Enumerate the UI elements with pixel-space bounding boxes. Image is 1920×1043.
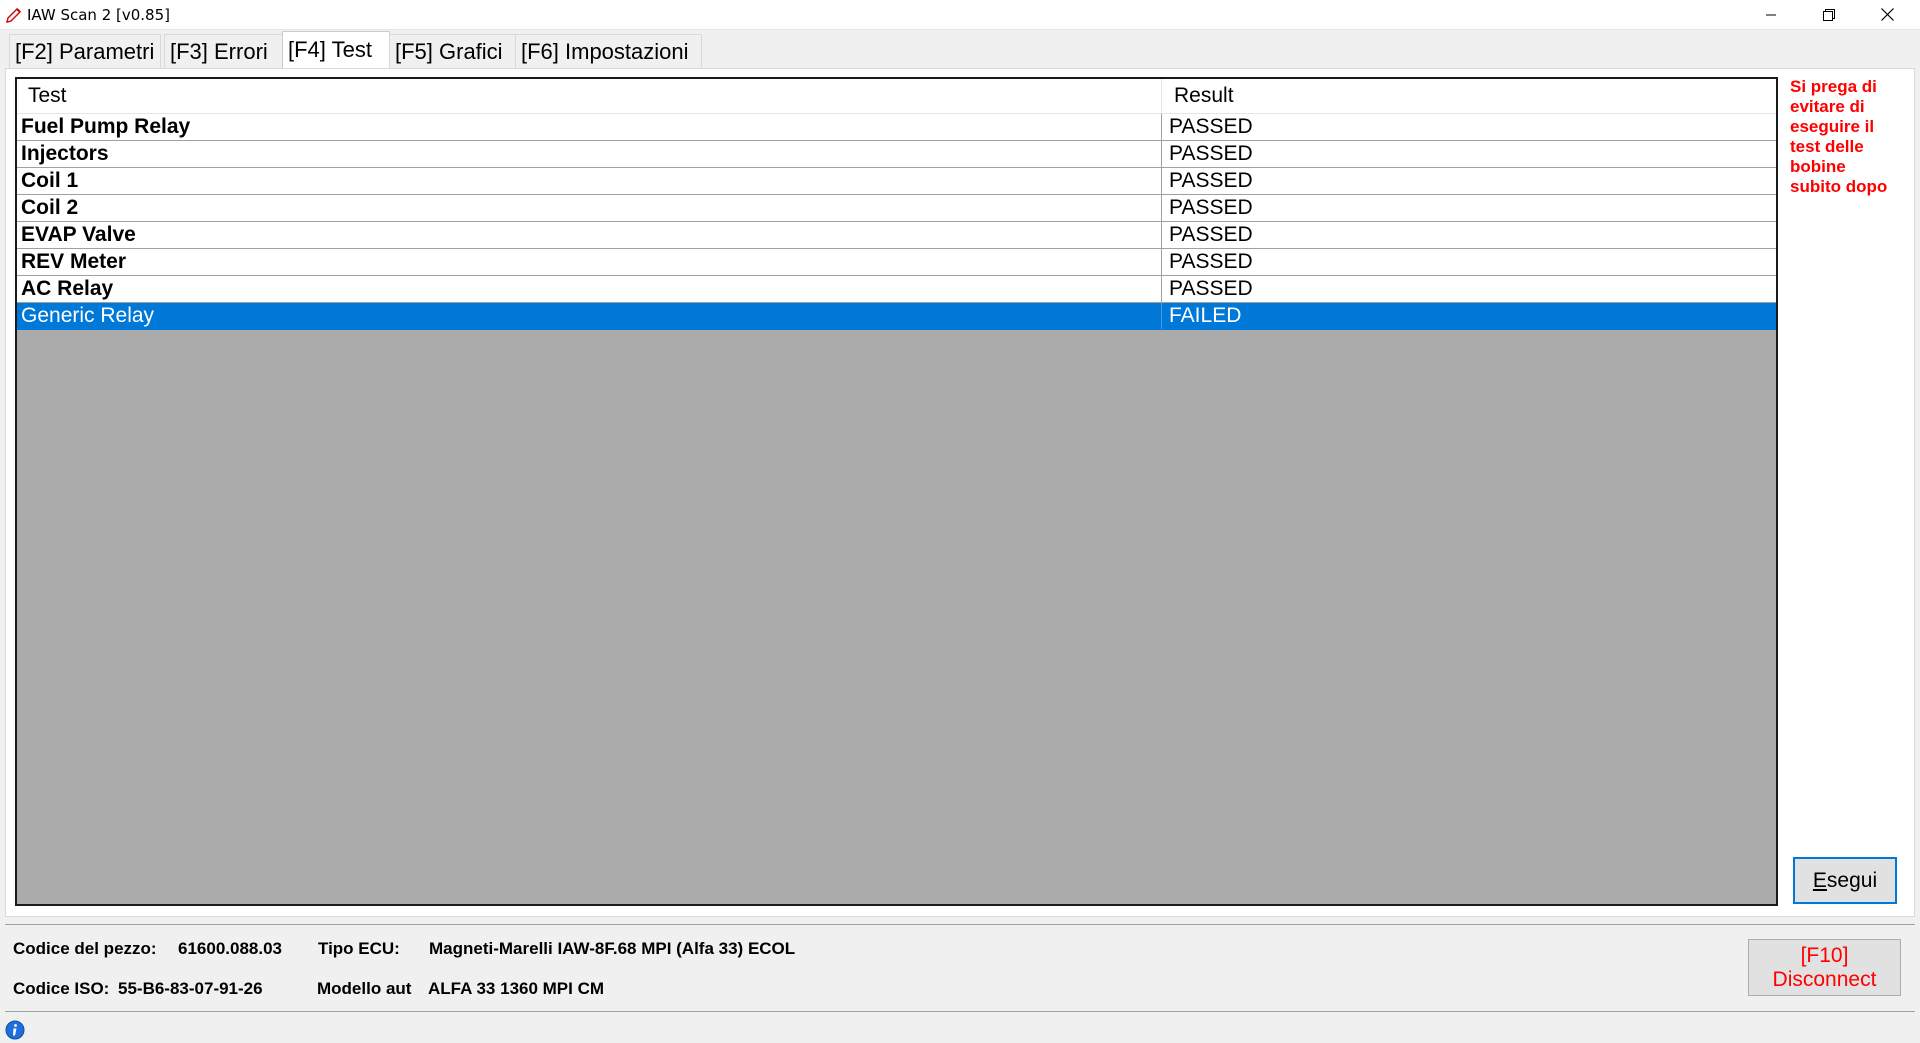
column-header-result[interactable]: Result [1174, 79, 1234, 113]
test-result: PASSED [1169, 115, 1253, 138]
iso-code-label: Codice ISO: [13, 979, 110, 998]
table-row[interactable]: Coil 1 PASSED [17, 168, 1776, 195]
warning-line: test delle [1790, 137, 1864, 156]
test-name: REV Meter [21, 250, 127, 273]
tab-grafici[interactable]: [F5] Grafici [389, 34, 517, 68]
test-result: FAILED [1169, 304, 1242, 327]
window-title: IAW Scan 2 [v0.85] [27, 6, 170, 24]
warning-line: evitare di [1790, 97, 1865, 116]
info-icon [5, 1020, 25, 1040]
warning-line: bobine [1790, 157, 1846, 176]
close-button[interactable] [1858, 0, 1916, 29]
test-list[interactable]: Test Result Fuel Pump Relay PASSED Injec… [15, 77, 1778, 906]
table-row[interactable]: Injectors PASSED [17, 141, 1776, 168]
coil-test-warning: Si prega di evitare di eseguire il test … [1790, 77, 1910, 197]
test-result: PASSED [1169, 250, 1253, 273]
tab-test[interactable]: [F4] Test [282, 31, 390, 68]
status-bar [0, 1016, 1920, 1043]
ecu-type-label: Tipo ECU: [318, 939, 400, 958]
tab-label: [F2] Parametri [15, 38, 155, 64]
minimize-icon [1766, 14, 1776, 15]
part-code-label: Codice del pezzo: [13, 939, 157, 958]
iso-code-value: 55-B6-83-07-91-26 [118, 979, 263, 998]
minimize-button[interactable] [1742, 0, 1800, 29]
disconnect-shortcut: [F10] [1800, 943, 1849, 967]
restore-icon [1823, 8, 1835, 21]
warning-line: Si prega di [1790, 77, 1877, 96]
table-row[interactable]: EVAP Valve PASSED [17, 222, 1776, 249]
list-rows: Fuel Pump Relay PASSED Injectors PASSED … [17, 114, 1776, 330]
test-result: PASSED [1169, 223, 1253, 246]
warning-line: subito dopo [1790, 177, 1888, 196]
tab-label: [F6] Impostazioni [521, 38, 689, 64]
cell-divider [1161, 276, 1162, 302]
cell-divider [1161, 114, 1162, 140]
button-mnemonic: E [1812, 868, 1827, 892]
tab-errori[interactable]: [F3] Errori [164, 34, 284, 68]
test-name: EVAP Valve [21, 223, 136, 246]
cell-divider [1161, 195, 1162, 221]
restore-button[interactable] [1800, 0, 1858, 29]
tab-parametri[interactable]: [F2] Parametri [9, 34, 161, 68]
test-result: PASSED [1169, 277, 1253, 300]
cell-divider [1161, 222, 1162, 248]
car-model-value: ALFA 33 1360 MPI CM [428, 979, 605, 998]
car-model-label: Modello aut [317, 979, 412, 998]
table-row-selected[interactable]: Generic Relay FAILED [17, 303, 1776, 330]
pencil-icon [6, 8, 21, 23]
test-name: Injectors [21, 142, 109, 165]
table-row[interactable]: Fuel Pump Relay PASSED [17, 114, 1776, 141]
ecu-type-value: Magneti-Marelli IAW-8F.68 MPI (Alfa 33) … [429, 939, 796, 958]
test-name: Coil 1 [21, 169, 79, 192]
cell-divider [1161, 141, 1162, 167]
list-header: Test Result [17, 79, 1776, 114]
tab-impostazioni[interactable]: [F6] Impostazioni [515, 34, 702, 68]
cell-divider [1161, 303, 1162, 329]
disconnect-button[interactable]: [F10] Disconnect [1748, 939, 1901, 996]
tab-label: [F3] Errori [170, 38, 268, 64]
ecu-info-panel [5, 924, 1915, 1012]
cell-divider [1161, 249, 1162, 275]
warning-line: eseguire il [1790, 117, 1875, 136]
part-code-value: 61600.088.03 [178, 939, 282, 958]
table-row[interactable]: REV Meter PASSED [17, 249, 1776, 276]
test-result: PASSED [1169, 196, 1253, 219]
column-divider[interactable] [1161, 79, 1162, 113]
tab-label: [F5] Grafici [395, 38, 503, 64]
tab-label: [F4] Test [288, 37, 372, 62]
column-header-test[interactable]: Test [28, 79, 67, 113]
table-row[interactable]: Coil 2 PASSED [17, 195, 1776, 222]
table-row[interactable]: AC Relay PASSED [17, 276, 1776, 303]
test-result: PASSED [1169, 142, 1253, 165]
test-name: Fuel Pump Relay [21, 115, 191, 138]
cell-divider [1161, 168, 1162, 194]
test-name: Generic Relay [21, 304, 155, 327]
button-label: segui [1826, 868, 1878, 892]
run-test-button[interactable]: Esegui [1793, 857, 1897, 904]
close-icon [1880, 8, 1894, 21]
test-name: Coil 2 [21, 196, 79, 219]
test-result: PASSED [1169, 169, 1253, 192]
title-bar: IAW Scan 2 [v0.85] [0, 0, 1920, 30]
test-name: AC Relay [21, 277, 114, 300]
disconnect-label: Disconnect [1772, 967, 1877, 991]
